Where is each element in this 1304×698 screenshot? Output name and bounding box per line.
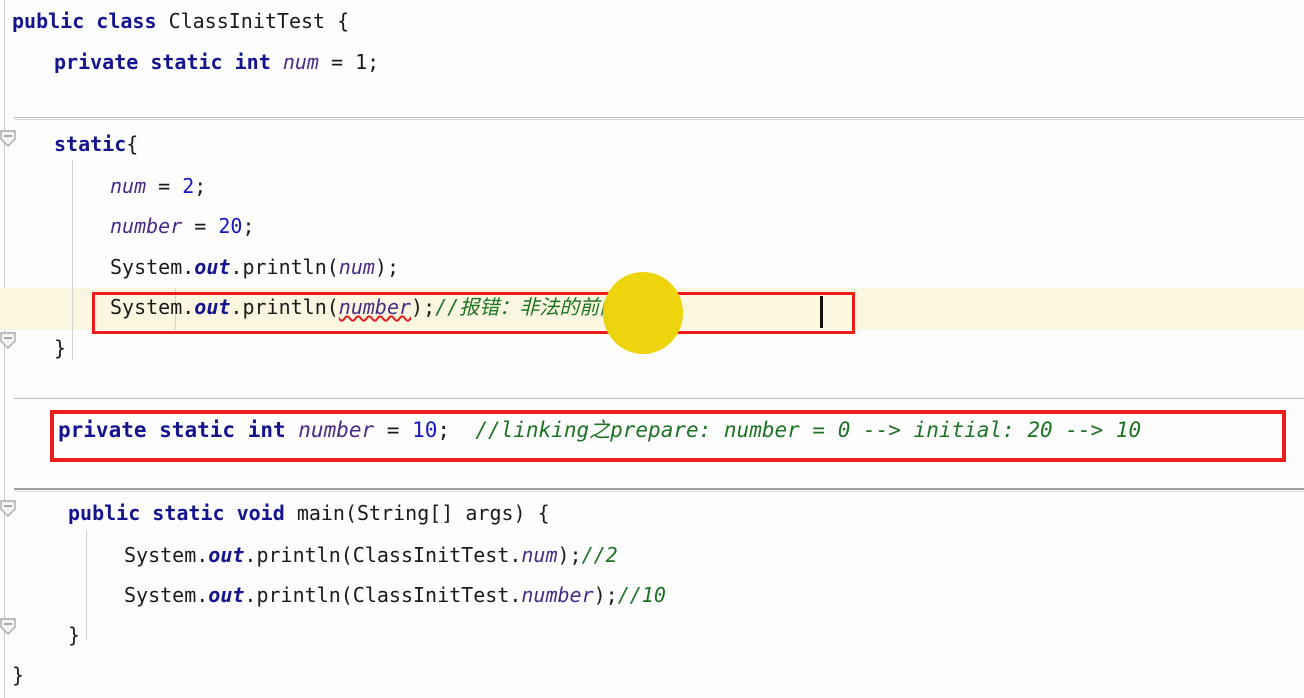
keyword-class: class xyxy=(96,9,157,33)
block-separator xyxy=(14,119,1304,120)
block-separator xyxy=(14,117,1304,118)
call-suffix: ); xyxy=(374,255,400,279)
fold-marker-static-block[interactable] xyxy=(0,128,22,150)
code-line-field-num: private static int num = 1; xyxy=(54,51,379,73)
text-caret xyxy=(820,296,823,328)
code-line-static-block-open: static{ xyxy=(54,133,138,155)
field-name-num: num xyxy=(282,50,319,74)
keyword-public: public xyxy=(12,9,85,33)
code-line-main-close: } xyxy=(68,624,80,646)
block-separator xyxy=(14,488,1304,490)
argument-number: number xyxy=(521,583,594,607)
code-line-print-classinit-number: System.out.println(ClassInitTest.number)… xyxy=(124,584,666,606)
literal-value: 1 xyxy=(355,50,368,74)
code-line-print-num: System.out.println(num); xyxy=(110,256,399,278)
indent-guide xyxy=(72,160,73,360)
argument-num: num xyxy=(338,255,375,279)
static-member-out: out xyxy=(208,583,245,607)
static-member-out: out xyxy=(208,543,245,567)
semicolon: ; xyxy=(242,214,255,238)
system-prefix: System. xyxy=(110,255,195,279)
equals: = xyxy=(182,214,219,238)
code-line-assign-num: num = 2; xyxy=(110,175,206,197)
call-suffix: ); xyxy=(557,543,582,567)
field-name-number: number xyxy=(110,214,183,238)
keyword-static: static xyxy=(54,132,127,156)
keyword-int: int xyxy=(234,50,271,74)
equals: = xyxy=(318,50,356,74)
println-call: .println(ClassInitTest. xyxy=(244,583,522,607)
keyword-private: private xyxy=(54,50,139,74)
println-call: .println(ClassInitTest. xyxy=(244,543,522,567)
annotation-box-error-line xyxy=(92,292,855,334)
code-editor[interactable]: public class ClassInitTest { private sta… xyxy=(0,0,1304,698)
semicolon: ; xyxy=(194,174,207,198)
system-prefix: System. xyxy=(124,543,209,567)
literal-value: 2 xyxy=(182,174,195,198)
argument-num: num xyxy=(521,543,558,567)
code-line-assign-number: number = 20; xyxy=(110,215,255,237)
indent-guide xyxy=(86,530,87,640)
brace: { xyxy=(126,132,139,156)
block-separator xyxy=(14,398,1304,399)
brace: { xyxy=(537,501,550,525)
call-suffix: ); xyxy=(593,583,618,607)
comment-expected-output: //2 xyxy=(581,543,618,567)
keyword-static: static xyxy=(152,501,225,525)
equals: = xyxy=(146,174,183,198)
fold-marker-static-block-end[interactable] xyxy=(0,330,22,352)
static-member-out: out xyxy=(194,255,231,279)
fold-marker-main-method-end[interactable] xyxy=(0,616,22,638)
comment-expected-output: //10 xyxy=(617,583,666,607)
method-signature: main(String[] args) xyxy=(296,501,538,525)
brace: { xyxy=(337,9,350,33)
code-line-static-block-close: } xyxy=(54,337,66,359)
block-separator xyxy=(14,491,1304,492)
code-line-class-close: } xyxy=(12,664,24,686)
keyword-public: public xyxy=(68,501,141,525)
fold-marker-main-method[interactable] xyxy=(0,498,22,520)
system-prefix: System. xyxy=(124,583,209,607)
brace: } xyxy=(68,623,81,647)
keyword-static: static xyxy=(150,50,223,74)
class-name: ClassInitTest xyxy=(168,9,326,33)
semicolon: ; xyxy=(367,50,380,74)
field-name-num: num xyxy=(110,174,147,198)
brace: } xyxy=(12,663,25,687)
cursor-highlight-blob xyxy=(603,272,683,354)
code-line-class-declaration: public class ClassInitTest { xyxy=(12,10,349,32)
keyword-void: void xyxy=(236,501,285,525)
brace: } xyxy=(54,336,67,360)
literal-value: 20 xyxy=(218,214,243,238)
code-line-print-classinit-num: System.out.println(ClassInitTest.num);//… xyxy=(124,544,618,566)
code-line-main-signature: public static void main(String[] args) { xyxy=(68,502,550,524)
annotation-box-declaration-line xyxy=(50,410,1286,462)
println-call: .println( xyxy=(230,255,339,279)
